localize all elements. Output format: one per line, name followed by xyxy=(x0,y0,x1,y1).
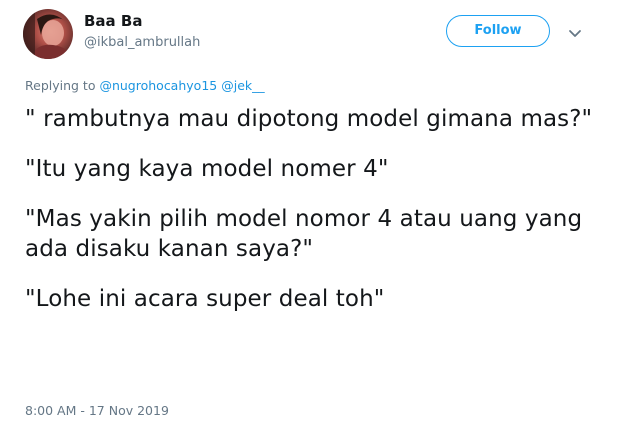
avatar-image xyxy=(23,9,71,59)
mention-link-jek[interactable]: @jek__ xyxy=(221,78,264,93)
reply-context: Replying to @nugrohocahyo15 @jek__ xyxy=(25,78,265,93)
mention-link-nugrohocahyo15[interactable]: @nugrohocahyo15 xyxy=(99,78,217,93)
avatar[interactable] xyxy=(23,9,73,59)
tweet-paragraph-3: "Mas yakin pilih model nomor 4 atau uang… xyxy=(25,206,590,262)
tweet-paragraph-4: "Lohe ini acara super deal toh" xyxy=(25,286,385,312)
display-name[interactable]: Baa Ba xyxy=(84,12,142,30)
reply-prefix: Replying to xyxy=(25,78,100,93)
tweet-paragraph-2: "Itu yang kaya model nomer 4" xyxy=(25,156,389,182)
tweet-paragraph-1: " rambutnya mau dipotong model gimana ma… xyxy=(25,106,593,132)
follow-button[interactable]: Follow xyxy=(446,15,550,47)
chevron-down-icon[interactable] xyxy=(567,25,583,37)
tweet-timestamp[interactable]: 8:00 AM - 17 Nov 2019 xyxy=(25,403,169,418)
user-handle[interactable]: @ikbal_ambrullah xyxy=(84,35,200,50)
tweet-text: " rambutnya mau dipotong model gimana ma… xyxy=(25,104,605,334)
tweet-header: Baa Ba @ikbal_ambrullah Follow xyxy=(0,0,619,70)
